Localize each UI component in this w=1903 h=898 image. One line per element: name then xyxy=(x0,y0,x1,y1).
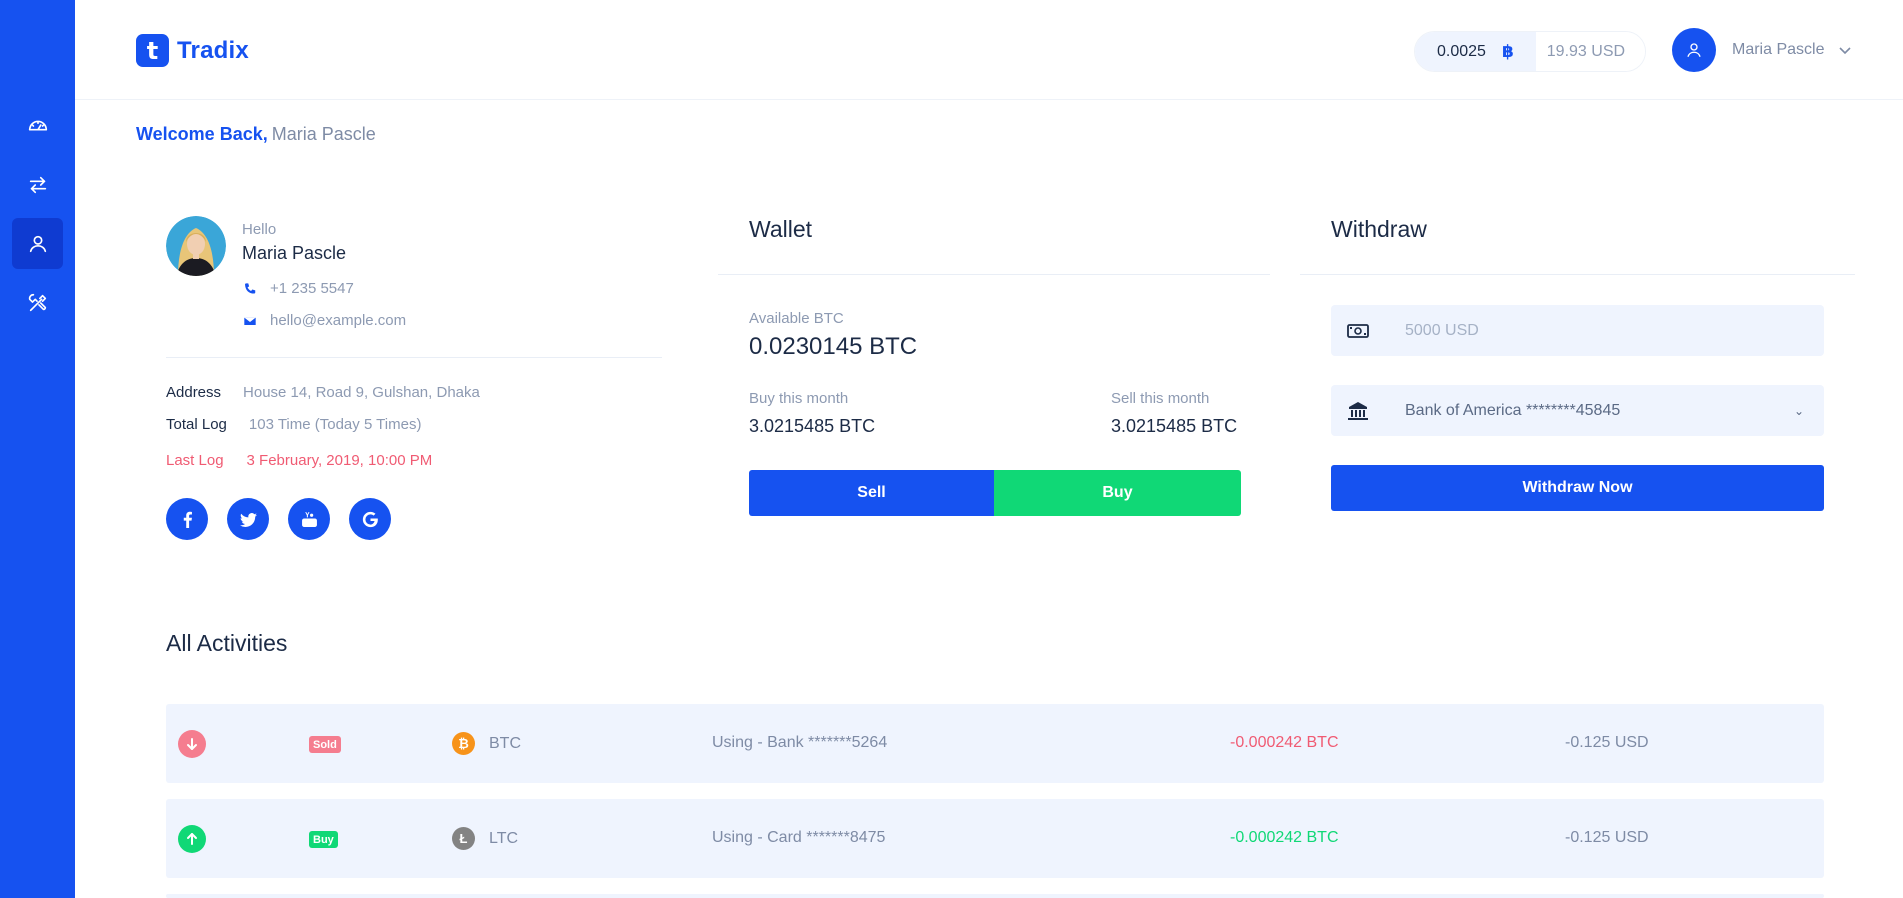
chevron-down-icon xyxy=(1838,43,1852,57)
sidebar-item-settings[interactable] xyxy=(12,277,63,328)
twitter-icon xyxy=(239,512,257,527)
usd-amount: -0.125 USD xyxy=(1565,829,1649,846)
last-log-label: Last Log xyxy=(166,452,224,469)
tools-icon xyxy=(28,293,46,311)
buy-month-value: 3.0215485 BTC xyxy=(749,416,876,436)
balance-btc-value: 0.0025 xyxy=(1437,42,1486,60)
table-row[interactable]: Buy Ł LTC Using - Card *******8475 -0.00… xyxy=(166,799,1824,878)
coin-name: BTC xyxy=(489,735,521,752)
bank-select-value: Bank of America ********45845 xyxy=(1405,401,1621,419)
facebook-button[interactable] xyxy=(166,498,208,540)
sell-month-label: Sell this month xyxy=(1111,390,1210,407)
divider xyxy=(166,357,662,358)
address-label: Address xyxy=(166,384,222,401)
envelope-icon xyxy=(242,313,258,329)
sell-month-value: 3.0215485 BTC xyxy=(1111,416,1238,436)
divider xyxy=(718,274,1270,275)
address-value: House 14, Road 9, Gulshan, Dhaka xyxy=(243,384,480,401)
hello-label: Hello xyxy=(242,221,277,238)
swap-arrows-icon xyxy=(29,176,46,193)
bank-select[interactable]: Bank of America ********45845 ⌄ xyxy=(1331,385,1824,436)
payment-method: Using - Bank *******5264 xyxy=(712,734,888,751)
balance-btc: 0.0025 ฿ xyxy=(1415,32,1536,71)
buy-button[interactable]: Buy xyxy=(994,470,1241,516)
google-icon xyxy=(362,511,378,527)
arrow-down-icon xyxy=(178,730,206,758)
wallet-title: Wallet xyxy=(749,216,813,242)
available-btc-value: 0.0230145 BTC xyxy=(749,333,918,360)
coin-name: LTC xyxy=(489,830,519,847)
table-row xyxy=(166,894,1824,898)
last-log-value: 3 February, 2019, 10:00 PM xyxy=(246,452,433,469)
chevron-down-icon: ⌄ xyxy=(1794,403,1805,418)
withdraw-title: Withdraw xyxy=(1331,216,1427,242)
user-menu[interactable]: Maria Pascle xyxy=(1672,28,1852,72)
total-log-row: Total Log 103 Time (Today 5 Times) xyxy=(166,416,421,433)
email-contact[interactable]: hello@example.com xyxy=(242,312,406,329)
available-btc-label: Available BTC xyxy=(749,310,844,327)
top-header: t Tradix 0.0025 ฿ 19.93 USD Maria Pascle xyxy=(75,0,1903,100)
profile-photo xyxy=(166,216,226,276)
welcome-banner: Welcome Back, Maria Pascle xyxy=(136,124,376,145)
balance-widget[interactable]: 0.0025 ฿ 19.93 USD xyxy=(1414,31,1647,72)
divider xyxy=(1300,274,1855,275)
sidebar-item-exchange[interactable] xyxy=(12,159,63,210)
crypto-amount: -0.000242 BTC xyxy=(1230,829,1339,846)
logo-mark: t xyxy=(136,34,169,67)
litecoin-icon: Ł xyxy=(452,827,475,850)
bank-icon xyxy=(1331,385,1385,436)
youtube-button[interactable] xyxy=(288,498,330,540)
google-button[interactable] xyxy=(349,498,391,540)
phone-contact[interactable]: +1 235 5547 xyxy=(242,280,354,297)
withdraw-amount-field[interactable] xyxy=(1331,305,1824,356)
welcome-name: Maria Pascle xyxy=(271,124,376,144)
bitcoin-icon: ₿ xyxy=(452,732,475,755)
table-row[interactable]: Sold ₿ BTC Using - Bank *******5264 -0.0… xyxy=(166,704,1824,783)
last-log-row: Last Log 3 February, 2019, 10:00 PM xyxy=(166,452,432,469)
welcome-greeting: Welcome Back, xyxy=(136,124,268,144)
app-logo[interactable]: t Tradix xyxy=(136,34,249,67)
address-row: Address House 14, Road 9, Gulshan, Dhaka xyxy=(166,384,480,401)
sidebar-item-profile[interactable] xyxy=(12,218,63,269)
app-name: Tradix xyxy=(177,36,249,64)
user-name: Maria Pascle xyxy=(1732,41,1825,58)
phone-number: +1 235 5547 xyxy=(270,280,354,297)
status-badge: Sold xyxy=(309,736,341,753)
youtube-icon xyxy=(301,511,317,527)
bitcoin-icon: ฿ xyxy=(1501,41,1514,61)
balance-usd: 19.93 USD xyxy=(1535,32,1646,71)
email-address: hello@example.com xyxy=(270,312,407,329)
payment-method: Using - Card *******8475 xyxy=(712,829,886,846)
arrow-up-icon xyxy=(178,825,206,853)
activities-title: All Activities xyxy=(166,630,288,656)
crypto-amount: -0.000242 BTC xyxy=(1230,734,1339,751)
phone-icon xyxy=(242,281,258,297)
money-icon xyxy=(1331,305,1385,356)
total-log-label: Total Log xyxy=(166,416,227,433)
total-log-value: 103 Time (Today 5 Times) xyxy=(248,416,422,433)
sidebar-item-dashboard[interactable] xyxy=(12,100,63,151)
withdraw-amount-input[interactable] xyxy=(1405,321,1785,340)
facebook-icon xyxy=(183,511,192,528)
sell-button[interactable]: Sell xyxy=(749,470,994,516)
withdraw-now-button[interactable]: Withdraw Now xyxy=(1331,465,1824,511)
status-badge: Buy xyxy=(309,831,338,848)
usd-amount: -0.125 USD xyxy=(1565,734,1649,751)
user-icon xyxy=(1687,43,1701,57)
avatar xyxy=(1672,28,1716,72)
speedometer-icon xyxy=(28,120,47,130)
twitter-button[interactable] xyxy=(227,498,269,540)
sidebar xyxy=(0,0,75,898)
profile-name: Maria Pascle xyxy=(242,243,347,263)
user-icon xyxy=(29,235,46,252)
buy-month-label: Buy this month xyxy=(749,390,849,407)
